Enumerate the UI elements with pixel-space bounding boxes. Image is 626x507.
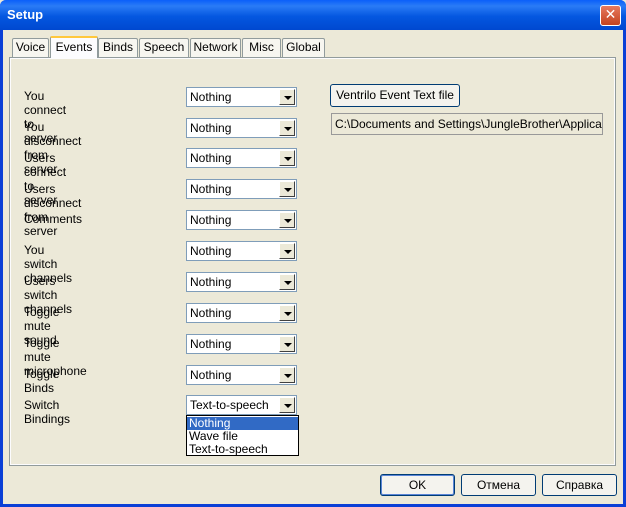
dropdown-list: Nothing Wave file Text-to-speech xyxy=(186,415,299,456)
event-select-connect[interactable]: Nothing xyxy=(186,87,297,107)
event-label: Switch Bindings xyxy=(24,398,71,426)
select-value: Text-to-speech xyxy=(190,398,269,412)
chevron-down-icon[interactable] xyxy=(279,89,295,105)
close-button[interactable]: ✕ xyxy=(600,5,621,26)
event-select-users-connect[interactable]: Nothing xyxy=(186,148,297,168)
tab-label: Events xyxy=(55,40,93,54)
chevron-down-icon[interactable] xyxy=(279,397,295,413)
event-select-disconnect[interactable]: Nothing xyxy=(186,118,297,138)
chevron-down-icon[interactable] xyxy=(279,367,295,383)
chevron-down-icon[interactable] xyxy=(279,181,295,197)
tab-binds[interactable]: Binds xyxy=(98,38,138,57)
chevron-down-icon[interactable] xyxy=(279,305,295,321)
event-select-mute-mic[interactable]: Nothing xyxy=(186,334,297,354)
select-value: Nothing xyxy=(190,368,232,382)
event-label: Users disconnect from server xyxy=(24,182,82,238)
tab-label: Global xyxy=(286,40,321,54)
event-select-you-switch[interactable]: Nothing xyxy=(186,241,297,261)
event-label: Comments xyxy=(24,212,83,226)
tab-label: Misc xyxy=(249,40,274,54)
cancel-button[interactable]: Отмена xyxy=(461,474,536,496)
chevron-down-icon[interactable] xyxy=(279,243,295,259)
event-text-file-path: C:\Documents and Settings\JungleBrother\… xyxy=(331,113,603,135)
event-select-users-disconnect[interactable]: Nothing xyxy=(186,179,297,199)
tab-network[interactable]: Network xyxy=(190,38,241,57)
tab-events[interactable]: Events xyxy=(50,36,98,58)
title-bar[interactable]: Setup ✕ xyxy=(0,0,626,30)
event-select-toggle-binds[interactable]: Nothing xyxy=(186,365,297,385)
tab-speech[interactable]: Speech xyxy=(139,38,189,57)
select-value: Nothing xyxy=(190,182,232,196)
tab-label: Network xyxy=(193,40,238,54)
chevron-down-icon[interactable] xyxy=(279,150,295,166)
tab-label: Voice xyxy=(15,40,46,54)
ok-button[interactable]: OK xyxy=(380,474,455,496)
chevron-down-icon[interactable] xyxy=(279,120,295,136)
chevron-down-icon[interactable] xyxy=(279,336,295,352)
tab-misc[interactable]: Misc xyxy=(242,38,281,57)
select-value: Nothing xyxy=(190,306,232,320)
event-select-comments[interactable]: Nothing xyxy=(186,210,297,230)
tab-global[interactable]: Global xyxy=(282,38,325,57)
tab-label: Binds xyxy=(102,40,134,54)
help-button[interactable]: Справка xyxy=(542,474,617,496)
select-value: Nothing xyxy=(190,151,232,165)
select-value: Nothing xyxy=(190,90,232,104)
close-icon: ✕ xyxy=(604,7,617,23)
event-select-users-switch[interactable]: Nothing xyxy=(186,272,297,292)
event-select-switch-bindings[interactable]: Text-to-speech xyxy=(186,395,297,415)
event-text-file-button[interactable]: Ventrilo Event Text file xyxy=(330,84,460,107)
select-value: Nothing xyxy=(190,121,232,135)
select-value: Nothing xyxy=(190,244,232,258)
chevron-down-icon[interactable] xyxy=(279,274,295,290)
select-value: Nothing xyxy=(190,337,232,351)
tab-voice[interactable]: Voice xyxy=(12,38,49,57)
event-select-mute-sound[interactable]: Nothing xyxy=(186,303,297,323)
window-title: Setup xyxy=(7,7,44,22)
chevron-down-icon[interactable] xyxy=(279,212,295,228)
select-value: Nothing xyxy=(190,275,232,289)
event-label: Toggle Binds xyxy=(24,367,60,395)
dropdown-option-text-to-speech[interactable]: Text-to-speech xyxy=(187,443,298,456)
select-value: Nothing xyxy=(190,213,232,227)
tab-label: Speech xyxy=(143,40,185,54)
